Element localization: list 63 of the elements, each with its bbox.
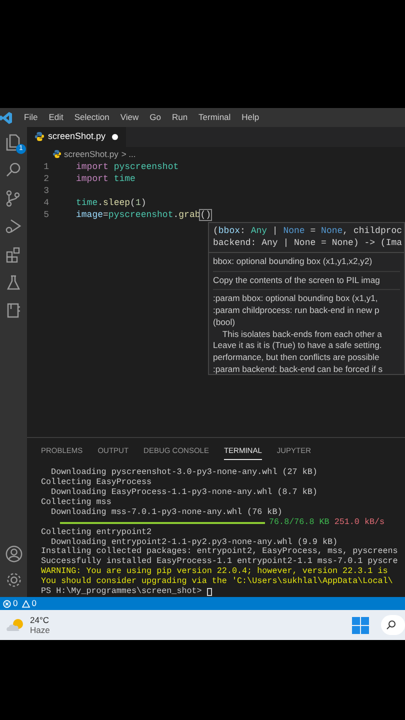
doc-text: performance, but then conflicts are possible — [213, 352, 380, 364]
search-icon — [386, 620, 396, 630]
line-number: 5 — [42, 208, 49, 222]
doc-text: :param bbox: optional bounding box (x1,y1, — [213, 293, 379, 306]
code-line: import time — [76, 172, 136, 186]
line-number: 1 — [42, 160, 49, 174]
terminal-line: Downloading EasyProcess-1.1-py3-none-any.whl (8.7 kB) — [50, 488, 318, 498]
doc-text: Copy the contents of the screen to PIL imag — [213, 274, 381, 286]
terminal-line: Collecting entrypoint2 — [41, 528, 153, 538]
menu-item[interactable]: Go — [150, 111, 161, 124]
menu-item[interactable]: Help — [242, 111, 260, 124]
doc-text: This isolates back-ends from each other a — [221, 328, 383, 340]
terminal-line: Downloading pyscreenshot-3.0-py3-none-any.whl (27 kB) — [50, 468, 318, 478]
terminal-line: Downloading entrypoint2-1.1-py2.py3-none-any.whl (9.9 kB) — [51, 538, 339, 547]
flask-icon[interactable] — [4, 273, 23, 292]
run-debug-icon[interactable] — [4, 217, 23, 236]
signature-line: (bbox: Any | None = None, childproc — [213, 224, 400, 237]
download-size: 76.8/76.8 KB — [269, 518, 330, 528]
menu-item[interactable]: File — [24, 111, 38, 124]
account-icon[interactable] — [4, 545, 22, 563]
terminal-line: Installing collected packages: entrypoint2, EasyProcess, mss, pyscreens — [41, 547, 399, 556]
signature-line: backend: Any | None = None) -> (Ima — [213, 236, 400, 249]
download-speed: 251.0 kB/s — [334, 518, 385, 528]
menu-item[interactable]: Terminal — [198, 111, 231, 124]
menu-item[interactable]: Edit — [48, 111, 64, 124]
terminal-line: WARNING: You are using pip version 22.0.4; however, version 22.3.1 is — [41, 567, 389, 576]
tab-label: screenShot.py — [48, 130, 106, 144]
doc-text: bbox: optional bounding box (x1,y1,x2,y2) — [213, 256, 374, 268]
taskbar-search-field[interactable] — [381, 615, 405, 635]
app-logo-icon — [0, 112, 12, 124]
error-count[interactable]: 0 — [13, 597, 18, 610]
editor-tab[interactable]: screenShot.py — [27, 127, 126, 147]
terminal-cursor — [206, 588, 212, 596]
windows-start-icon[interactable] — [352, 617, 369, 634]
terminal-line: Collecting EasyProcess — [41, 478, 153, 488]
terminal-prompt: PS H:\My_programmes\screen_shot> — [41, 587, 203, 598]
doc-text: (bool) — [213, 316, 236, 329]
weather-label: Haze — [30, 625, 50, 635]
terminal-line: Successfully installed EasyProcess-1.1 entrypoint2-1.1 mss-7.0.1 pyscre — [41, 557, 399, 566]
line-number: 2 — [42, 172, 49, 186]
doc-text: Leave it as it is (True) to have a safe setting. — [213, 340, 383, 352]
terminal-line: Collecting mss — [41, 498, 112, 508]
warning-count[interactable]: 0 — [32, 597, 36, 610]
code-line: image=pyscreenshot.grab() — [76, 208, 212, 222]
menu-item[interactable]: Run — [172, 111, 188, 124]
menu-item[interactable]: Selection — [74, 111, 110, 124]
menu-item[interactable]: View — [120, 111, 139, 124]
line-number: 4 — [42, 196, 49, 210]
breadcrumb-file[interactable]: screenShot.py — [64, 148, 118, 161]
code-line: time.sleep(1) — [76, 196, 146, 210]
doc-text: :param childprocess: run back-end in new p — [213, 305, 380, 317]
code-line: import pyscreenshot — [76, 160, 179, 174]
python-file-icon — [35, 132, 44, 142]
error-icon[interactable] — [3, 600, 11, 608]
line-number: 3 — [42, 184, 49, 198]
doc-text: :param backend: back-end can be forced if s — [213, 364, 384, 374]
breadcrumb-more[interactable]: > ... — [121, 148, 136, 161]
warning-icon[interactable] — [22, 600, 30, 608]
terminal-line: Downloading mss-7.0.1-py3-none-any.whl (76 kB) — [50, 508, 284, 518]
temperature-label: 24°C — [30, 615, 50, 625]
python-file-icon — [53, 150, 61, 158]
terminal-line: You should consider upgrading via the 'C:\Users\sukhlal\AppData\Local\ — [41, 577, 394, 586]
settings-icon[interactable] — [4, 571, 22, 589]
